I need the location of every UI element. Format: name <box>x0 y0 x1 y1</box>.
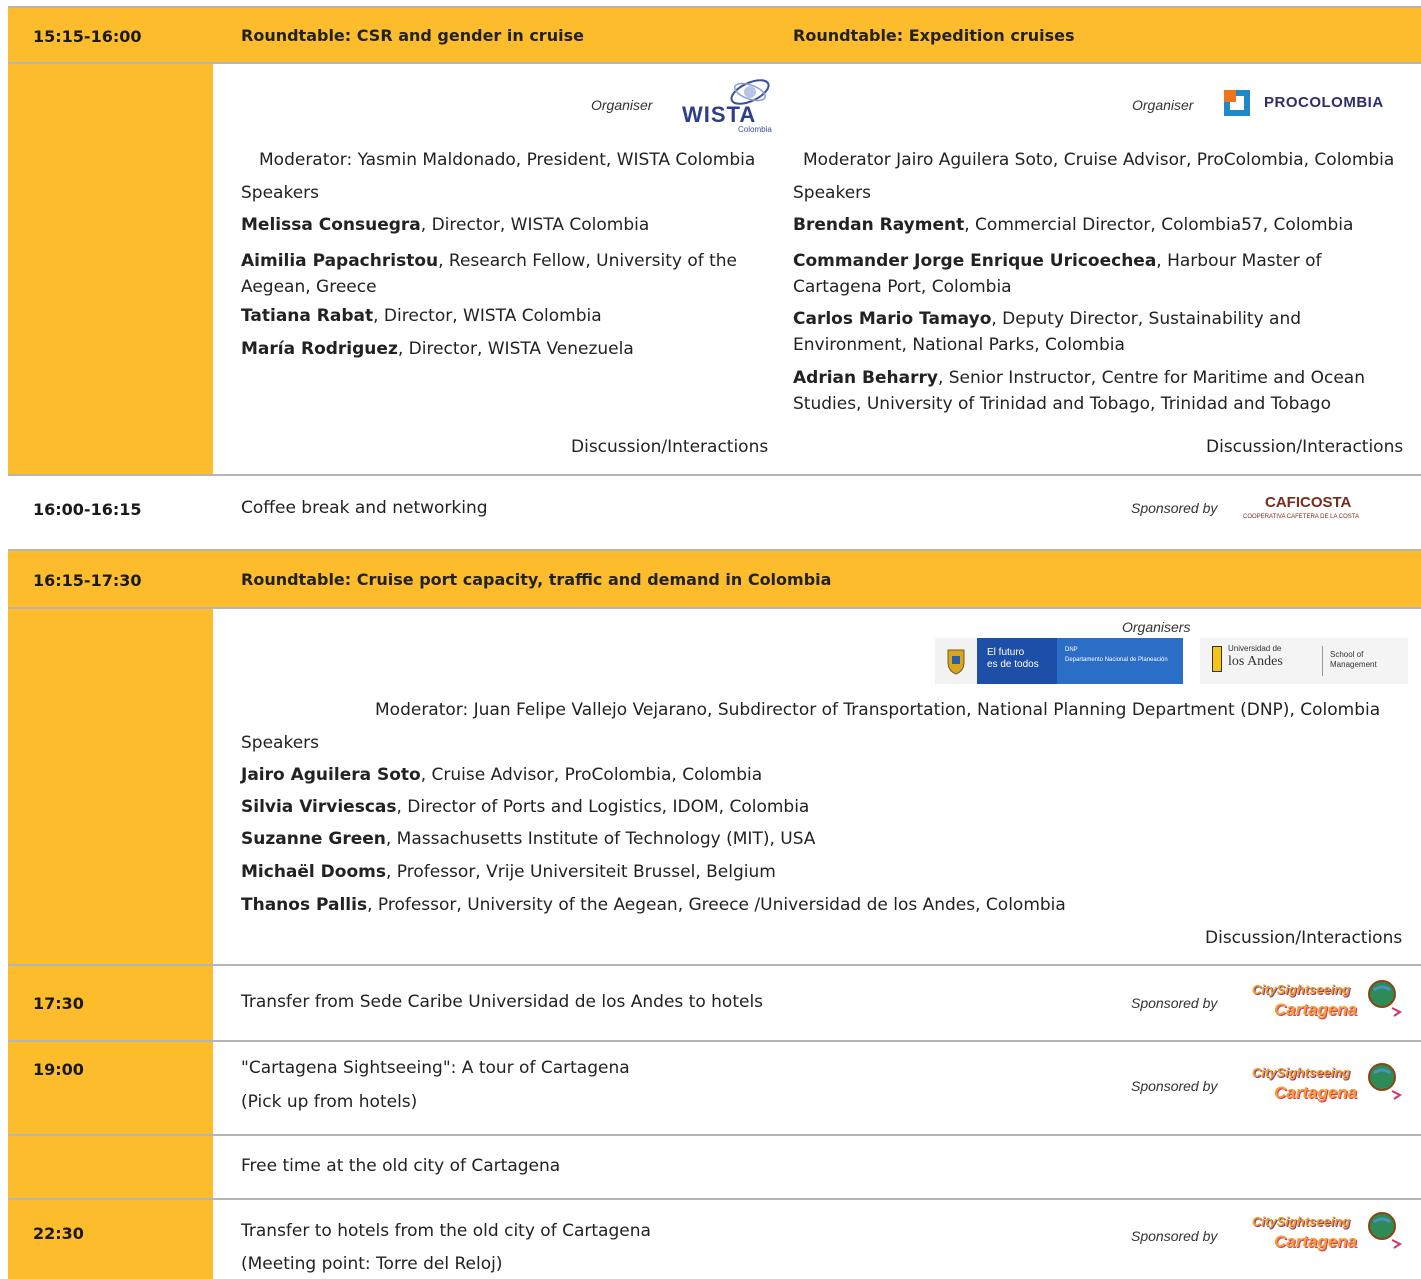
session-text: "Cartagena Sightseeing": A tour of Carta… <box>241 1058 630 1078</box>
citysightseeing-logo: CitySightseeing Cartagena <box>1252 1208 1402 1260</box>
divider <box>8 607 1421 609</box>
speakers-label: Speakers <box>241 183 320 203</box>
discussion-label: Discussion/Interactions <box>1206 437 1404 457</box>
discussion-label: Discussion/Interactions <box>571 437 769 457</box>
organiser-label: Organiser <box>1132 97 1194 113</box>
divider <box>8 62 1421 64</box>
session-text: (Meeting point: Torre del Reloj) <box>241 1254 503 1274</box>
speaker: Carlos Mario Tamayo, Deputy Director, Su… <box>793 309 1302 355</box>
sponsored-label: Sponsored by <box>1131 1228 1218 1244</box>
organisers-label: Organisers <box>1122 619 1191 635</box>
discussion-label: Discussion/Interactions <box>1205 928 1403 948</box>
session-title-right: Roundtable: Expedition cruises <box>793 26 1075 45</box>
dnp-logo: El futuro es de todos DNP Departamento N… <box>935 638 1183 684</box>
session-time: 22:30 <box>33 1224 84 1243</box>
time-column-bar <box>8 1042 213 1134</box>
uniandes-logo: Universidad de los Andes School of Manag… <box>1200 638 1408 684</box>
speaker: Thanos Pallis, Professor, University of … <box>241 895 1066 915</box>
time-column-bar <box>8 64 213 474</box>
speaker: Adrian Beharry, Senior Instructor, Centr… <box>793 368 1365 414</box>
wista-logo-sub: Colombia <box>738 125 772 134</box>
session-text: Coffee break and networking <box>241 498 488 518</box>
speaker: Jairo Aguilera Soto, Cruise Advisor, Pro… <box>241 765 763 785</box>
speaker: Silvia Virviescas, Director of Ports and… <box>241 797 810 817</box>
citysightseeing-logo: CitySightseeing Cartagena <box>1252 1059 1402 1111</box>
session-text: Transfer to hotels from the old city of … <box>241 1221 651 1241</box>
speaker: Melissa Consuegra, Director, WISTA Colom… <box>241 215 650 235</box>
sponsored-label: Sponsored by <box>1131 500 1218 516</box>
speaker: María Rodriguez, Director, WISTA Venezue… <box>241 339 634 359</box>
speaker: Commander Jorge Enrique Uricoechea, Harb… <box>793 251 1322 297</box>
caficosta-logo-sub: COOPERATIVA CAFETERA DE LA COSTA <box>1243 514 1360 520</box>
sponsored-label: Sponsored by <box>1131 1078 1218 1094</box>
session-time: 16:15-17:30 <box>33 571 142 590</box>
time-column-bar <box>8 609 213 964</box>
divider <box>8 1040 1421 1042</box>
organiser-label: Organiser <box>591 97 653 113</box>
divider <box>8 474 1421 476</box>
caficosta-logo: CAFICOSTA COOPERATIVA CAFETERA DE LA COS… <box>1243 492 1411 528</box>
speaker: Michaël Dooms, Professor, Vrije Universi… <box>241 862 776 882</box>
speaker: Suzanne Green, Massachusetts Institute o… <box>241 829 816 849</box>
time-column-bar <box>8 1136 213 1198</box>
session-text: Transfer from Sede Caribe Universidad de… <box>241 992 764 1012</box>
speaker: Aimilia Papachristou, Research Fellow, U… <box>241 251 738 297</box>
moderator: Moderator: Yasmin Maldonado, President, … <box>259 150 756 170</box>
moderator: Moderator: Juan Felipe Vallejo Vejarano,… <box>375 700 1381 720</box>
divider <box>8 1134 1421 1136</box>
speaker: Tatiana Rabat, Director, WISTA Colombia <box>241 306 602 326</box>
procolombia-logo-text: PROCOLOMBIA <box>1264 94 1384 111</box>
speakers-label: Speakers <box>241 733 320 753</box>
sponsored-label: Sponsored by <box>1131 995 1218 1011</box>
session-time: 15:15-16:00 <box>33 27 142 46</box>
session-time: 19:00 <box>33 1060 84 1079</box>
divider <box>8 964 1421 966</box>
session-text: (Pick up from hotels) <box>241 1092 418 1112</box>
caficosta-logo-text: CAFICOSTA <box>1265 494 1352 511</box>
speakers-label: Speakers <box>793 183 872 203</box>
wista-logo: WISTA Colombia <box>680 74 775 136</box>
speaker: Brendan Rayment, Commercial Director, Co… <box>793 215 1354 235</box>
moderator: Moderator Jairo Aguilera Soto, Cruise Ad… <box>803 150 1395 170</box>
session-title-left: Roundtable: CSR and gender in cruise <box>241 26 584 45</box>
divider <box>8 1198 1421 1200</box>
session-time: 17:30 <box>33 994 84 1013</box>
procolombia-logo: PROCOLOMBIA <box>1220 84 1405 124</box>
session-time: 16:00-16:15 <box>33 500 142 519</box>
session-text: Free time at the old city of Cartagena <box>241 1156 561 1176</box>
session-header-bar <box>8 8 1421 62</box>
session-title: Roundtable: Cruise port capacity, traffi… <box>241 570 832 589</box>
citysightseeing-logo: CitySightseeing Cartagena <box>1252 976 1402 1028</box>
